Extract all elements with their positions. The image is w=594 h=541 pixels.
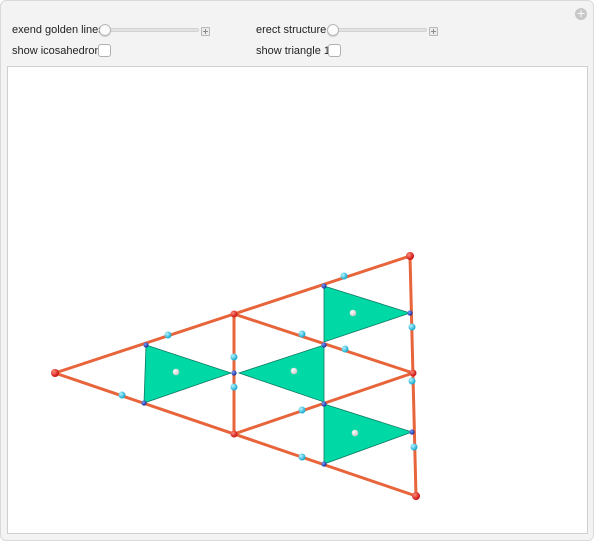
vertex-bottom: [412, 492, 420, 500]
vertex-left: [51, 369, 59, 377]
edges: [53, 254, 418, 498]
geometry-figure: [51, 252, 420, 500]
face-left: [143, 344, 233, 404]
teal-faces: [143, 285, 414, 465]
plus-circle-icon[interactable]: +: [575, 8, 587, 20]
show-icosahedron-label: show icosahedron: [12, 45, 101, 57]
erect-structure-slider[interactable]: [332, 28, 427, 32]
golden-lines-label: exend golden lines: [12, 24, 104, 36]
face-center: [237, 344, 325, 403]
erect-structure-label: erect structure: [256, 24, 327, 36]
demo-panel: + exend golden lines erect structure sho…: [0, 0, 594, 541]
golden-lines-slider[interactable]: [104, 28, 199, 32]
show-icosahedron-checkbox[interactable]: [98, 44, 111, 57]
golden-lines-slider-thumb[interactable]: [99, 24, 111, 36]
face-lower-right: [323, 403, 414, 465]
show-triangle1-checkbox[interactable]: [328, 44, 341, 57]
vertex-top: [406, 252, 414, 260]
show-triangle1-label: show triangle 1: [256, 45, 330, 57]
golden-lines-increment-icon[interactable]: [201, 27, 210, 36]
face-upper-right: [323, 285, 412, 343]
erect-structure-increment-icon[interactable]: [429, 27, 438, 36]
vertex-mid-bottom: [230, 430, 238, 438]
vertex-mid-top: [230, 310, 238, 318]
erect-structure-slider-thumb[interactable]: [327, 24, 339, 36]
graphics-canvas[interactable]: [7, 66, 588, 534]
vertex-mid-right: [409, 369, 417, 377]
